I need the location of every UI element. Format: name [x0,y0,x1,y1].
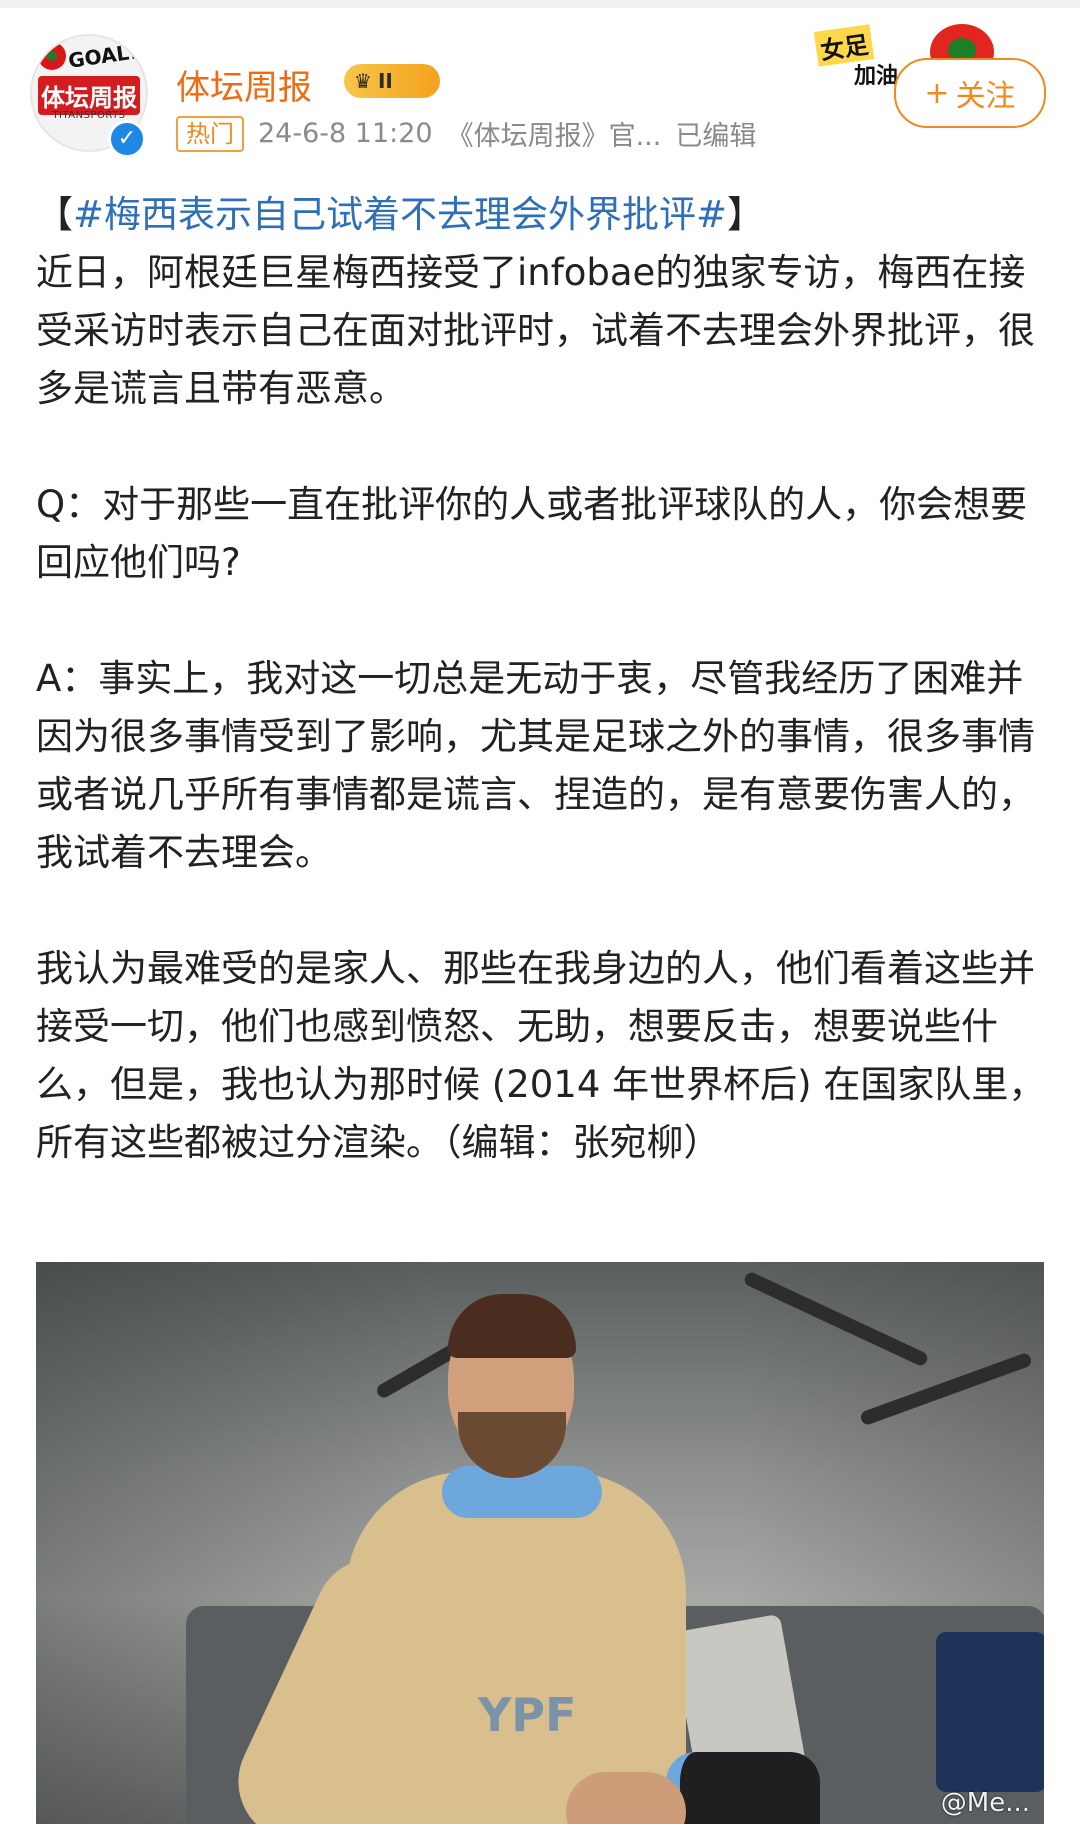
paragraph-closing: 我认为最难受的是家人、那些在我身边的人，他们看着这些并接受一切，他们也感到愤怒、… [36,947,1046,1164]
hashtag-link[interactable]: #梅西表示自己试着不去理会外界批评# [73,193,727,236]
decoration-text-line2: 加油 [854,64,899,89]
plus-icon: + [924,75,950,111]
follow-label: 关注 [955,79,1016,114]
follow-button[interactable]: + 关注 [894,58,1046,128]
flower-logo-icon [38,42,66,70]
verified-check-icon: ✓ [108,120,146,158]
bracket-right: 】 [727,193,765,236]
post-source[interactable]: 《体坛周报》官... [447,114,662,153]
avatar-goal-text: GOAL! [66,39,140,73]
person-hair [448,1294,576,1358]
image-watermark: @Me... [940,1788,1030,1818]
hot-badge: 热门 [176,115,244,152]
post-time: 24-6-8 11:20 [258,118,433,149]
paragraph-answer: A：事实上，我对这一切总是无动于衷，尽管我经历了困难并因为很多事情受到了影响，尤… [36,657,1035,874]
crown-icon: ♛ [354,69,372,93]
member-level-badge[interactable]: ♛ II [344,64,440,98]
top-divider [0,0,1080,8]
bracket-left: 【 [36,193,73,236]
jersey-sponsor-text: YPF [478,1688,577,1742]
account-name[interactable]: 体坛周报 [176,60,312,109]
paragraph-question: Q：对于那些一直在批评你的人或者批评球队的人，你会想要回应他们吗? [36,483,1028,584]
post-body: 【#梅西表示自己试着不去理会外界批评#】 近日，阿根廷巨星梅西接受了infoba… [36,186,1046,1172]
paragraph-intro: 近日，阿根廷巨星梅西接受了infobae的独家专访，梅西在接受采访时表示自己在面… [36,251,1035,410]
member-level-text: II [377,69,393,93]
post-meta: 热门 24-6-8 11:20 《体坛周报》官... 已编辑 [176,114,756,153]
person: YPF [218,1294,820,1824]
edited-label[interactable]: 已编辑 [675,114,756,153]
post-image[interactable]: YPF @Me... [36,1262,1044,1824]
person-hand [566,1772,686,1824]
post-headline: 【#梅西表示自己试着不去理会外界批评#】 [36,186,1046,244]
person-shorts [666,1752,820,1824]
pillow [936,1632,1044,1792]
